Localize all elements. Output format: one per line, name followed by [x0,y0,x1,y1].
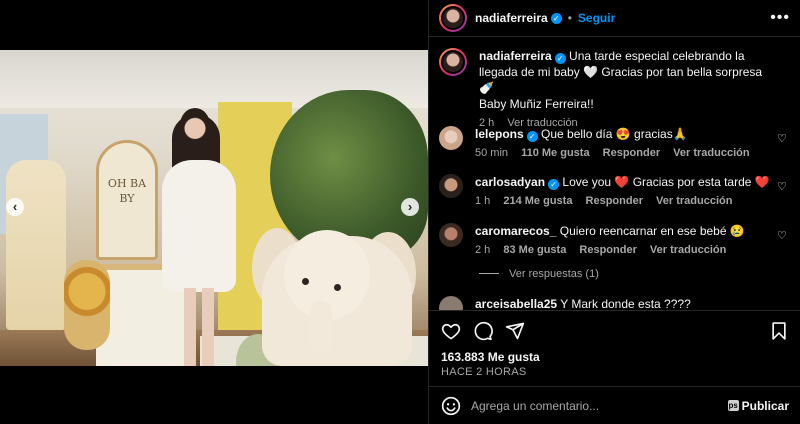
comment-like-heart-icon[interactable]: ♡ [777,229,787,242]
verified-icon: ✓ [526,131,538,142]
comment-composer: psPublicar [429,386,800,424]
heart-icon[interactable] [441,321,461,341]
author-username[interactable]: nadiaferreira [475,11,548,25]
photo-elephant-eye-left [302,278,309,285]
follow-button[interactable]: Seguir [578,11,615,25]
photo-woman-dress [162,160,236,292]
replies-divider [479,273,499,274]
media-area: OH BA BY ‹ › [0,0,428,424]
comment-time[interactable]: 50 min [475,147,508,159]
next-photo-button[interactable]: › [401,198,419,216]
caption-avatar[interactable] [439,48,467,76]
photo-elephant-eye-right [334,284,341,291]
comment-reply-button[interactable]: Responder [586,195,643,207]
more-icon[interactable]: ••• [770,9,790,27]
post-panel: nadiaferreira ✓ • Seguir ••• nadiaferrei… [428,0,800,424]
view-replies-link[interactable]: Ver respuestas (1) [479,268,599,280]
emoji-icon[interactable] [441,396,461,416]
comment-item: arceisabella25 Y Mark donde esta ???? [439,296,795,310]
comment-icon[interactable] [473,321,493,341]
caption-username[interactable]: nadiaferreira [479,49,552,63]
photo-lion [64,260,110,350]
comment-translate-link[interactable]: Ver traducción [656,195,732,207]
verified-icon: ✓ [548,179,560,190]
photo-elephant-trunk [310,300,332,354]
post-header: nadiaferreira ✓ • Seguir ••• [429,0,800,37]
photo-giraffe [6,160,66,330]
comment-time[interactable]: 2 h [475,244,490,256]
publish-label: Publicar [741,398,789,413]
comment-likes[interactable]: 214 Me gusta [503,195,572,207]
post-time[interactable]: HACE 2 HORAS [441,366,527,378]
comment-input[interactable] [471,398,728,413]
comment-text: Y Mark donde esta ???? [560,297,691,310]
verified-icon: ✓ [554,53,566,64]
comment-item: lelepons ✓ Que bello día 😍 gracias🙏 50 mi… [439,126,795,161]
photo-woman-legs [184,288,214,366]
comment-text: Que bello día 😍 gracias🙏 [541,127,688,141]
photo-arch-text: OH BA BY [107,177,147,205]
comment-reply-button[interactable]: Responder [603,147,660,159]
photo-plant [270,90,428,260]
verified-icon: ✓ [550,12,562,24]
bookmark-icon[interactable] [769,321,789,341]
comment-text: Quiero reencarnar en ese bebé 😢 [559,224,745,238]
send-icon[interactable] [505,321,525,341]
likes-count[interactable]: 163.883 Me gusta [441,350,540,364]
comment-like-heart-icon[interactable]: ♡ [777,180,787,193]
comment-translate-link[interactable]: Ver traducción [650,244,726,256]
author-avatar[interactable] [439,4,467,32]
separator-dot: • [567,11,572,25]
comment-item: carlosadyan ✓ Love you ❤️ Gracias por est… [439,174,795,209]
commenter-avatar[interactable] [439,126,463,150]
comment-like-heart-icon[interactable]: ♡ [777,132,787,145]
comments-list[interactable]: nadiaferreira ✓ Una tarde especial celebr… [429,38,800,310]
comment-translate-link[interactable]: Ver traducción [673,147,749,159]
caption: nadiaferreira ✓ Una tarde especial celebr… [439,48,795,131]
comment-username[interactable]: carlosadyan [475,175,545,189]
publish-button[interactable]: ps Publicar [727,398,789,413]
photo-woman-head [180,108,210,142]
post-photo[interactable]: OH BA BY [0,50,428,366]
commenter-avatar[interactable] [439,174,463,198]
comment-username[interactable]: arceisabella25 [475,297,557,310]
action-bar [429,310,800,350]
comment-likes[interactable]: 110 Me gusta [521,147,589,159]
comment-username[interactable]: caromarecos_ [475,224,556,238]
caption-text-line2: Baby Muñiz Ferreira!! [479,97,594,111]
comment-item: caromarecos_ Quiero reencarnar en ese be… [439,223,795,258]
comment-time[interactable]: 1 h [475,195,490,207]
comment-text: Love you ❤️ Gracias por esta tarde ❤️ [562,175,770,189]
ps-icon: ps [727,400,739,411]
commenter-avatar[interactable] [439,296,463,310]
comment-likes[interactable]: 83 Me gusta [503,244,566,256]
comment-username[interactable]: lelepons [475,127,524,141]
comment-reply-button[interactable]: Responder [579,244,636,256]
view-replies-label[interactable]: Ver respuestas (1) [509,268,599,280]
previous-photo-button[interactable]: ‹ [6,198,24,216]
commenter-avatar[interactable] [439,223,463,247]
